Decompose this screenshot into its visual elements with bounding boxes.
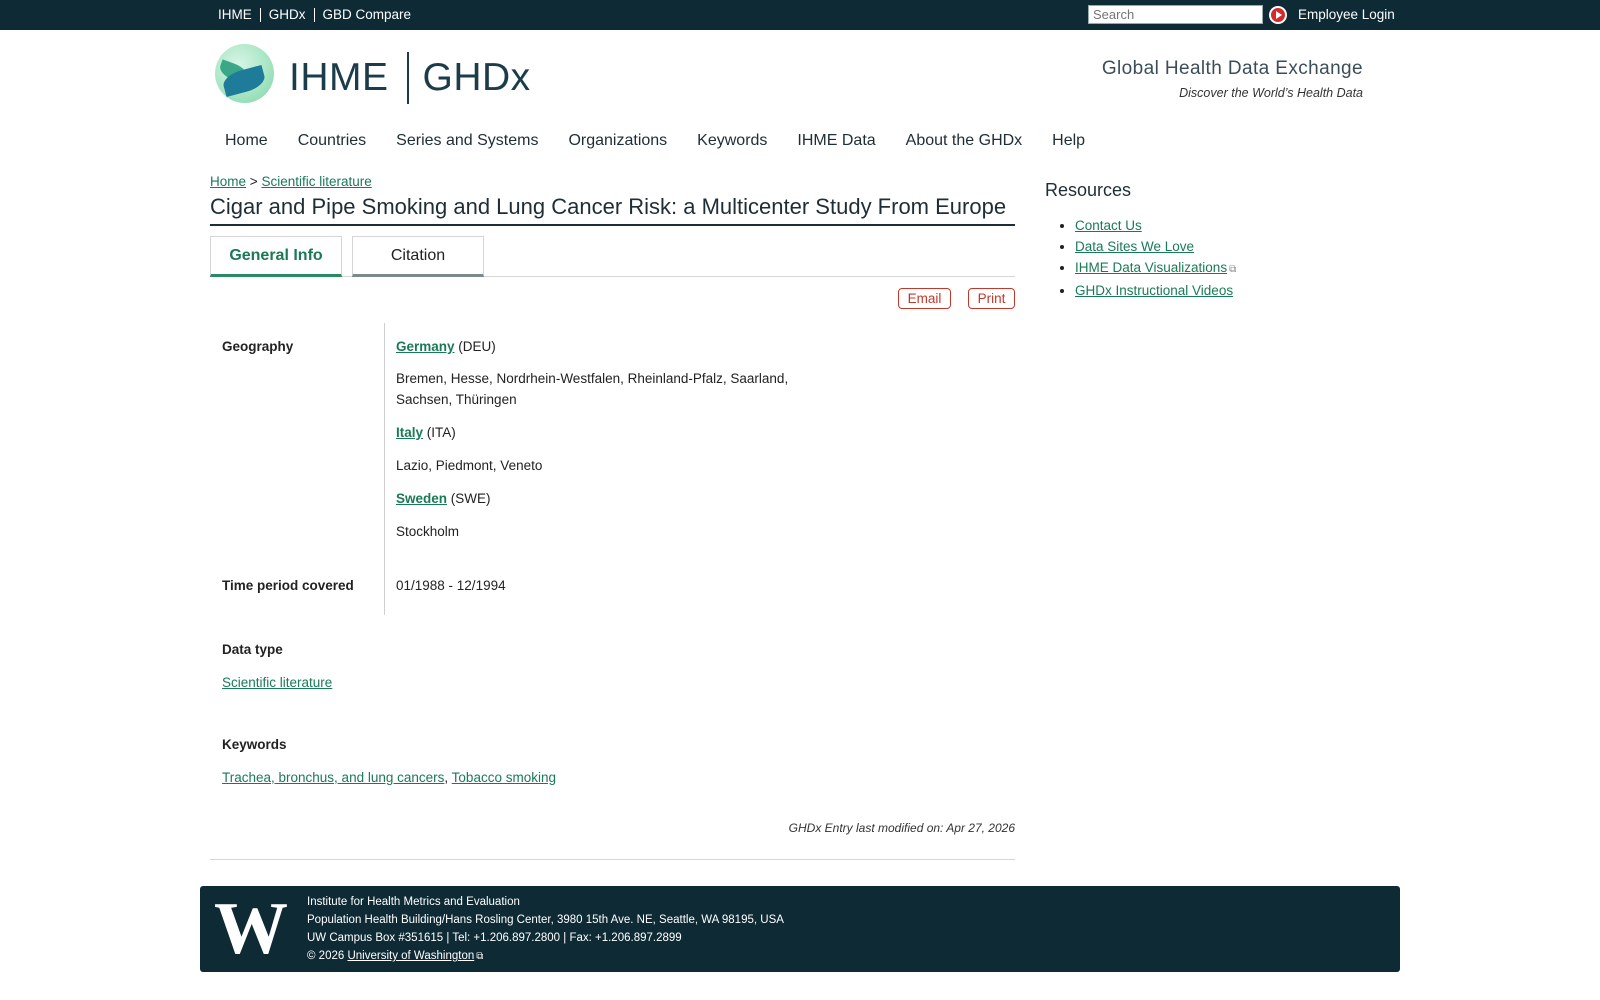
logo-divider — [406, 52, 409, 104]
nav-home[interactable]: Home — [225, 132, 268, 150]
country-code: (DEU) — [458, 339, 496, 354]
data-type-link[interactable]: Scientific literature — [222, 675, 332, 690]
email-button[interactable]: Email — [898, 288, 951, 309]
main-nav: Home Countries Series and Systems Organi… — [225, 132, 1115, 150]
regions-sweden: Stockholm — [396, 524, 460, 539]
resource-item: GHDx Instructional Videos — [1075, 280, 1345, 301]
page-title: Cigar and Pipe Smoking and Lung Cancer R… — [210, 194, 1015, 226]
keyword-separator: , — [444, 770, 449, 785]
regions-germany: Bremen, Hesse, Nordrhein-Westfalen, Rhei… — [396, 368, 788, 410]
footer-contact-line: UW Campus Box #351615 | Tel: +1.206.897.… — [307, 932, 682, 944]
top-links: IHME GHDx GBD Compare — [211, 0, 419, 30]
site-header: IHME GHDx Global Health Data Exchange Di… — [0, 30, 1600, 130]
copyright-text: © 2026 — [307, 950, 345, 962]
info-divider — [384, 323, 385, 615]
tab-bar: General Info Citation — [210, 236, 1015, 277]
resources-sidebar: Resources Contact Us Data Sites We Love … — [1045, 180, 1345, 301]
tagline-subtitle: Discover the World’s Health Data — [1179, 86, 1363, 100]
nav-ihme-data[interactable]: IHME Data — [797, 132, 875, 150]
logo-ihme-text: IHME — [289, 56, 389, 99]
nav-organizations[interactable]: Organizations — [568, 132, 667, 150]
site-tagline: Global Health Data Exchange Discover the… — [1102, 58, 1363, 100]
resource-item: IHME Data Visualizations⧉ — [1075, 257, 1345, 280]
breadcrumb: Home > Scientific literature — [210, 174, 1015, 189]
top-link-ghdx[interactable]: GHDx — [259, 8, 314, 22]
info-table: Geography Germany (DEU) Bremen, Hesse, N… — [210, 317, 1015, 615]
top-link-ihme[interactable]: IHME — [211, 8, 260, 22]
site-footer: W Institute for Health Metrics and Evalu… — [200, 886, 1400, 972]
resource-link-contact[interactable]: Contact Us — [1075, 218, 1142, 233]
ihme-logo-icon[interactable] — [215, 44, 274, 103]
keywords-list: Trachea, bronchus, and lung cancers, Tob… — [222, 770, 556, 785]
breadcrumb-separator: > — [249, 174, 258, 189]
site-logo[interactable]: IHME GHDx — [289, 52, 531, 104]
geography-entry-italy: Italy (ITA) — [396, 422, 456, 443]
action-bar: Email Print — [210, 277, 1015, 317]
resource-link-visualizations[interactable]: IHME Data Visualizations — [1075, 260, 1227, 275]
nav-keywords[interactable]: Keywords — [697, 132, 767, 150]
external-link-icon: ⧉ — [476, 951, 484, 962]
breadcrumb-home[interactable]: Home — [210, 174, 246, 189]
footer-copyright-line: © 2026 University of Washington ⧉ — [307, 947, 784, 966]
last-modified: GHDx Entry last modified on: Apr 27, 202… — [788, 821, 1015, 835]
nav-countries[interactable]: Countries — [298, 132, 366, 150]
tab-citation[interactable]: Citation — [352, 236, 484, 277]
resource-link-videos[interactable]: GHDx Instructional Videos — [1075, 283, 1233, 298]
resource-item: Contact Us — [1075, 215, 1345, 236]
nav-series-and-systems[interactable]: Series and Systems — [396, 132, 538, 150]
country-link-germany[interactable]: Germany — [396, 339, 455, 354]
search-submit-icon[interactable] — [1269, 6, 1287, 24]
footer-org: Institute for Health Metrics and Evaluat… — [307, 896, 520, 908]
footer-address: Institute for Health Metrics and Evaluat… — [307, 893, 784, 966]
search-input[interactable] — [1088, 5, 1263, 24]
top-link-gbd-compare[interactable]: GBD Compare — [313, 8, 420, 22]
geography-entry-sweden: Sweden (SWE) — [396, 488, 491, 509]
keywords-label: Keywords — [222, 737, 287, 752]
nav-help[interactable]: Help — [1052, 132, 1085, 150]
main-content: Home > Scientific literature Cigar and P… — [210, 174, 1015, 615]
logo-ghdx-text: GHDx — [422, 56, 531, 99]
country-link-italy[interactable]: Italy — [396, 425, 423, 440]
top-bar: IHME GHDx GBD Compare Employee Login — [0, 0, 1600, 30]
time-period-label: Time period covered — [222, 578, 354, 593]
country-code: (ITA) — [426, 425, 456, 440]
geography-entry-germany: Germany (DEU) — [396, 336, 496, 357]
country-code: (SWE) — [450, 491, 491, 506]
sidebar-title: Resources — [1045, 180, 1132, 200]
time-period-value: 01/1988 - 12/1994 — [396, 578, 506, 593]
keyword-link[interactable]: Trachea, bronchus, and lung cancers — [222, 770, 444, 785]
country-link-sweden[interactable]: Sweden — [396, 491, 447, 506]
nav-about[interactable]: About the GHDx — [906, 132, 1023, 150]
data-type-label: Data type — [222, 642, 283, 657]
regions-italy: Lazio, Piedmont, Veneto — [396, 458, 543, 473]
content-divider — [210, 859, 1015, 860]
keyword-link[interactable]: Tobacco smoking — [452, 770, 556, 785]
breadcrumb-current[interactable]: Scientific literature — [261, 174, 371, 189]
footer-address-line: Population Health Building/Hans Rosling … — [307, 914, 784, 926]
resource-item: Data Sites We Love — [1075, 236, 1345, 257]
employee-login-link[interactable]: Employee Login — [1298, 0, 1395, 30]
tab-general-info[interactable]: General Info — [210, 236, 342, 277]
tagline-title: Global Health Data Exchange — [1101, 58, 1363, 79]
regions-line: Bremen, Hesse, Nordrhein-Westfalen, Rhei… — [396, 371, 789, 386]
resources-list: Contact Us Data Sites We Love IHME Data … — [1045, 215, 1345, 301]
resource-link-data-sites[interactable]: Data Sites We Love — [1075, 239, 1194, 254]
uw-link[interactable]: University of Washington — [347, 950, 474, 962]
regions-line: Sachsen, Thüringen — [396, 392, 517, 407]
geography-label: Geography — [222, 339, 294, 354]
external-link-icon: ⧉ — [1229, 264, 1237, 275]
uw-logo-icon[interactable]: W — [214, 892, 288, 966]
data-type-value: Scientific literature — [222, 675, 332, 690]
print-button[interactable]: Print — [968, 288, 1015, 309]
